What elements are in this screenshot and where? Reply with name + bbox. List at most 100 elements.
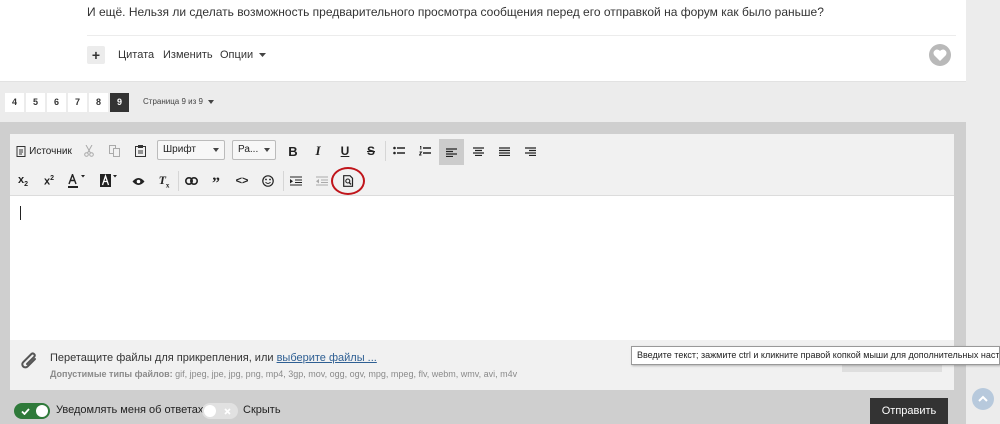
editor-tooltip: Введите текст; зажмите ctrl и кликните п… [631, 346, 1000, 365]
page-6[interactable]: 6 [47, 93, 66, 112]
chevron-up-icon [978, 395, 988, 402]
allowed-types-label: Допустимые типы файлов: [50, 369, 173, 379]
clipboard-icon [134, 145, 146, 157]
divider [87, 35, 956, 36]
font-dropdown[interactable]: Шрифт [157, 140, 225, 160]
caret-down-icon [213, 148, 219, 152]
check-icon [21, 407, 30, 415]
emoji-button[interactable] [259, 170, 277, 192]
x-icon [224, 407, 231, 415]
background-color-icon [100, 174, 117, 187]
align-right-button[interactable] [521, 140, 539, 162]
options-menu[interactable]: Опции [220, 49, 267, 61]
attach-hint-text: Перетащите файлы для прикрепления, или [50, 352, 277, 364]
code-icon: <> [235, 175, 249, 187]
toggle-knob [204, 405, 216, 417]
indent-button[interactable] [287, 170, 305, 192]
align-justify-icon [498, 146, 510, 156]
multiquote-button[interactable]: + [87, 46, 105, 64]
attach-hint: Перетащите файлы для прикрепления, или в… [50, 352, 377, 364]
submit-button[interactable]: Отправить [870, 398, 948, 424]
copy-button[interactable] [105, 140, 123, 162]
toggle-knob [36, 405, 48, 417]
bold-button[interactable]: B [284, 140, 302, 162]
editor-text-area[interactable] [10, 197, 954, 340]
hide-label: Скрыть [243, 404, 281, 416]
quote-link[interactable]: Цитата [118, 49, 154, 61]
align-left-icon [446, 147, 457, 157]
allowed-file-types: Допустимые типы файлов: gif, jpeg, jpe, … [50, 369, 517, 379]
caret-down-icon [259, 53, 267, 57]
italic-button[interactable]: I [309, 140, 327, 162]
outdent-icon [316, 176, 328, 186]
numbered-list-button[interactable] [416, 140, 434, 162]
notify-label: Уведомлять меня об ответах [56, 404, 204, 416]
notify-toggle[interactable] [14, 403, 50, 419]
size-dropdown[interactable]: Ра... [232, 140, 276, 160]
page-info-label: Страница 9 из 9 [143, 97, 203, 106]
text-color-icon [68, 174, 85, 188]
page-8[interactable]: 8 [89, 93, 108, 112]
quote-button[interactable]: ” [207, 170, 225, 192]
toolbar-divider [178, 171, 179, 191]
page-jump-dropdown[interactable]: Страница 9 из 9 [143, 97, 215, 106]
align-left-button[interactable] [439, 139, 464, 165]
remove-format-button[interactable]: Tx [155, 170, 173, 192]
paperclip-icon [21, 352, 36, 369]
bold-icon: B [288, 143, 298, 159]
page-4[interactable]: 4 [5, 93, 24, 112]
source-button[interactable]: Источник [16, 140, 72, 162]
background-color-button[interactable] [98, 170, 120, 192]
subscript-button[interactable]: x2 [14, 170, 32, 192]
page-9-current[interactable]: 9 [110, 93, 129, 112]
hide-toggle[interactable] [202, 403, 238, 419]
edit-link[interactable]: Изменить [163, 49, 213, 61]
toolbar-divider [283, 171, 284, 191]
heart-icon [933, 49, 947, 61]
strikethrough-button[interactable]: S [362, 140, 380, 162]
page-7[interactable]: 7 [68, 93, 87, 112]
post-text: И ещё. Нельзя ли сделать возможность пре… [87, 5, 824, 19]
code-button[interactable]: <> [233, 170, 251, 192]
page-5[interactable]: 5 [26, 93, 45, 112]
caret-down-icon [208, 100, 215, 104]
preview-toggle-button[interactable] [129, 170, 147, 192]
scroll-to-top-button[interactable] [972, 388, 994, 410]
copy-icon [108, 145, 120, 157]
align-justify-button[interactable] [495, 140, 513, 162]
size-label: Ра... [238, 144, 259, 155]
eye-icon [132, 177, 144, 185]
highlight-circle [331, 167, 365, 195]
align-center-button[interactable] [469, 140, 487, 162]
align-center-icon [472, 146, 484, 156]
font-label: Шрифт [163, 144, 196, 155]
caret-down-icon [264, 148, 270, 152]
superscript-button[interactable]: x2 [40, 170, 58, 192]
smiley-icon [262, 175, 274, 187]
bulleted-list-button[interactable] [390, 140, 408, 162]
paste-button[interactable] [131, 140, 149, 162]
strikethrough-icon: S [366, 144, 375, 158]
align-right-icon [524, 146, 536, 156]
forum-post: И ещё. Нельзя ли сделать возможность пре… [0, 0, 966, 82]
source-icon [16, 145, 26, 157]
choose-files-link[interactable]: выберите файлы ... [277, 352, 377, 364]
clear-format-icon: Tx [158, 172, 170, 190]
source-label: Источник [29, 145, 72, 157]
underline-button[interactable]: U [336, 140, 354, 162]
superscript-icon: x2 [43, 174, 55, 188]
like-button[interactable] [929, 44, 951, 66]
indent-icon [290, 176, 302, 186]
underline-icon: U [340, 144, 350, 158]
toolbar-divider [385, 141, 386, 161]
outdent-button[interactable] [313, 170, 331, 192]
options-label: Опции [220, 49, 254, 61]
link-button[interactable] [182, 170, 200, 192]
subscript-icon: x2 [17, 173, 29, 189]
bulleted-list-icon [393, 146, 405, 155]
cut-button[interactable] [80, 140, 98, 162]
text-color-button[interactable] [66, 170, 88, 192]
scissors-icon [84, 145, 94, 157]
link-icon [184, 177, 198, 185]
italic-icon: I [315, 143, 321, 158]
